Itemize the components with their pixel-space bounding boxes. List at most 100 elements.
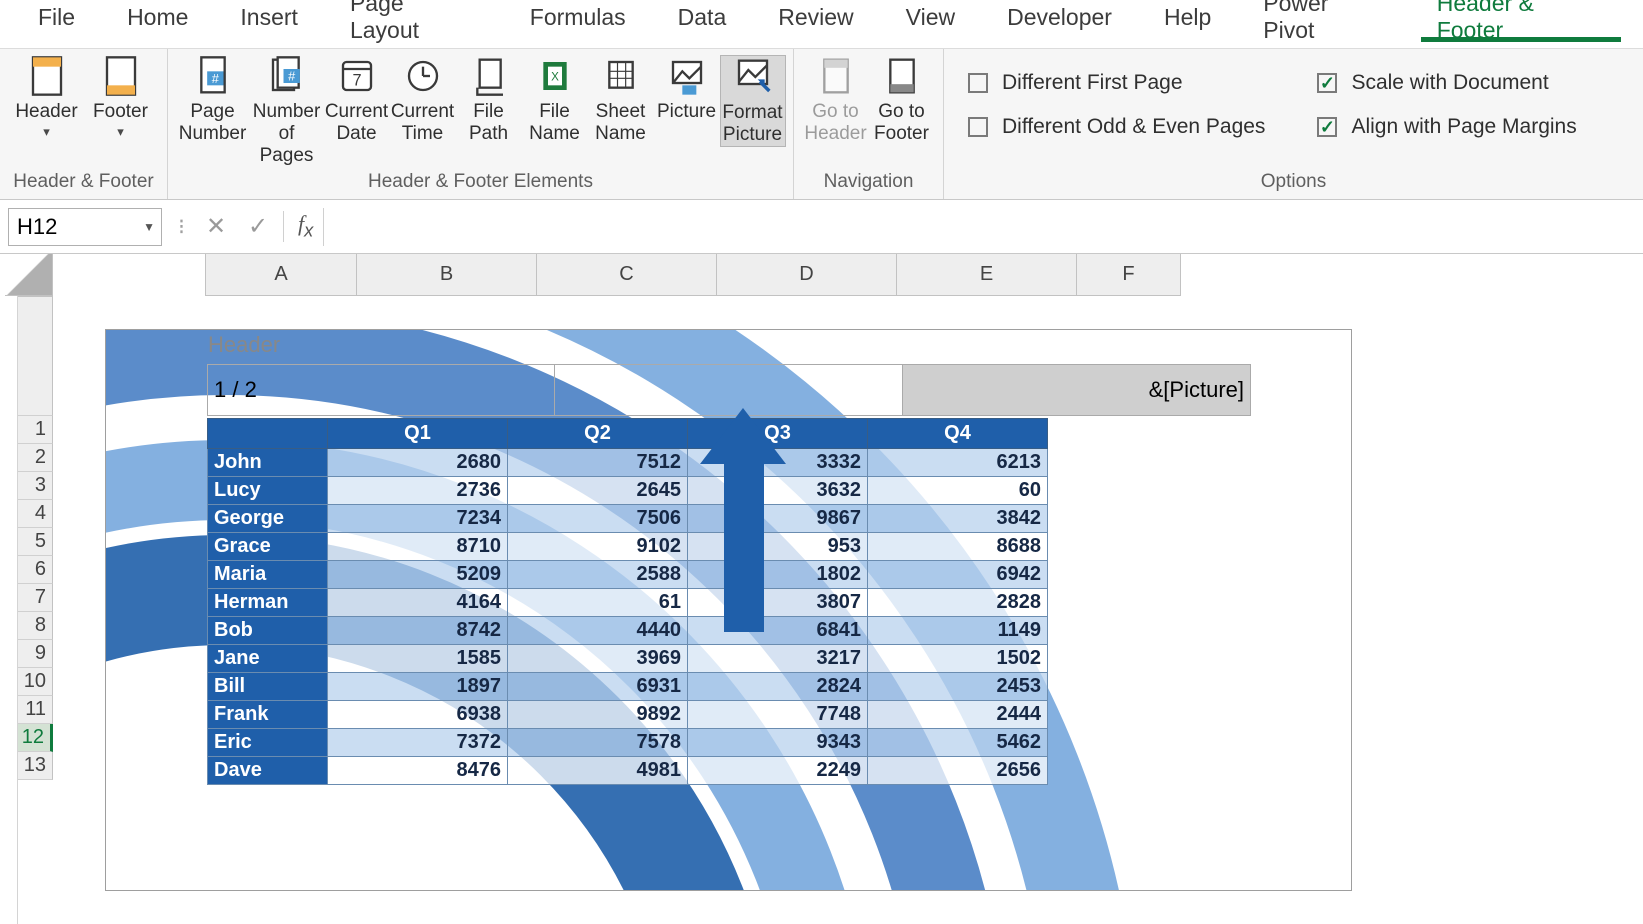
row-header-4[interactable]: 4 — [18, 500, 53, 528]
current-date-button[interactable]: 7 Current Date — [324, 55, 390, 145]
table-cell[interactable]: Dave — [208, 757, 328, 785]
table-cell[interactable]: 7578 — [508, 729, 688, 757]
row-header-11[interactable]: 11 — [18, 696, 53, 724]
row-header-12[interactable]: 12 — [18, 724, 53, 752]
chk-scale[interactable]: Scale with Document — [1317, 71, 1576, 95]
col-header-A[interactable]: A — [205, 254, 357, 296]
table-cell[interactable]: 7512 — [508, 449, 688, 477]
row-header-8[interactable]: 8 — [18, 612, 53, 640]
tab-help[interactable]: Help — [1138, 0, 1237, 40]
formula-input[interactable] — [323, 208, 1643, 246]
table-cell[interactable]: 3217 — [688, 645, 868, 673]
tab-view[interactable]: View — [880, 0, 981, 40]
table-cell[interactable]: 9102 — [508, 533, 688, 561]
table-cell[interactable]: 6938 — [328, 701, 508, 729]
col-header-C[interactable]: C — [537, 254, 717, 296]
chk-different-first[interactable]: Different First Page — [968, 71, 1265, 95]
chk-align[interactable]: Align with Page Margins — [1317, 115, 1576, 139]
tab-power-pivot[interactable]: Power Pivot — [1237, 0, 1410, 40]
row-header-10[interactable]: 10 — [18, 668, 53, 696]
row-header-1[interactable]: 1 — [18, 416, 53, 444]
table-cell[interactable]: 1502 — [868, 645, 1048, 673]
header-right[interactable]: &[Picture] — [903, 364, 1251, 416]
table-cell[interactable]: 1149 — [868, 617, 1048, 645]
name-box[interactable]: H12 ▼ — [8, 208, 162, 246]
header-left[interactable]: 1 / 2 — [207, 364, 555, 416]
picture-button[interactable]: Picture — [654, 55, 720, 123]
table-cell[interactable]: 3842 — [868, 505, 1048, 533]
table-cell[interactable]: 1897 — [328, 673, 508, 701]
table-cell[interactable]: 2645 — [508, 477, 688, 505]
row-header-13[interactable]: 13 — [18, 752, 53, 780]
cancel-icon[interactable]: ✕ — [195, 212, 237, 241]
tab-page-layout[interactable]: Page Layout — [324, 0, 504, 40]
table-cell[interactable]: 1585 — [328, 645, 508, 673]
table-cell[interactable]: 5462 — [868, 729, 1048, 757]
table-cell[interactable]: 2249 — [688, 757, 868, 785]
table-cell[interactable]: 2736 — [328, 477, 508, 505]
table-cell[interactable]: George — [208, 505, 328, 533]
table-cell[interactable]: 2444 — [868, 701, 1048, 729]
table-cell[interactable]: 60 — [868, 477, 1048, 505]
goto-footer-button[interactable]: Go to Footer — [869, 55, 935, 145]
table-cell[interactable]: Bill — [208, 673, 328, 701]
dropdown-icon[interactable]: ▼ — [143, 220, 155, 234]
table-cell[interactable]: 7234 — [328, 505, 508, 533]
table-cell[interactable]: 8710 — [328, 533, 508, 561]
table-cell[interactable]: Eric — [208, 729, 328, 757]
table-cell[interactable]: 2828 — [868, 589, 1048, 617]
table-cell[interactable]: 5209 — [328, 561, 508, 589]
table-cell[interactable]: 4440 — [508, 617, 688, 645]
fx-icon[interactable]: fx — [283, 211, 323, 241]
tab-developer[interactable]: Developer — [981, 0, 1138, 40]
col-header-B[interactable]: B — [357, 254, 537, 296]
tab-data[interactable]: Data — [652, 0, 753, 40]
current-time-button[interactable]: Current Time — [390, 55, 456, 145]
enter-icon[interactable]: ✓ — [237, 212, 279, 241]
table-cell[interactable]: 3969 — [508, 645, 688, 673]
tab-file[interactable]: File — [12, 0, 101, 40]
col-header-E[interactable]: E — [897, 254, 1077, 296]
number-of-pages-button[interactable]: # Number of Pages — [250, 55, 324, 167]
col-header-D[interactable]: D — [717, 254, 897, 296]
table-cell[interactable]: 2656 — [868, 757, 1048, 785]
table-cell[interactable]: 61 — [508, 589, 688, 617]
table-cell[interactable]: 7748 — [688, 701, 868, 729]
chk-different-odd-even[interactable]: Different Odd & Even Pages — [968, 115, 1265, 139]
table-cell[interactable]: Jane — [208, 645, 328, 673]
tab-header-footer[interactable]: Header & Footer — [1411, 0, 1631, 40]
table-cell[interactable]: 6942 — [868, 561, 1048, 589]
row-header-7[interactable]: 7 — [18, 584, 53, 612]
table-cell[interactable]: 2453 — [868, 673, 1048, 701]
sheet-name-button[interactable]: Sheet Name — [588, 55, 654, 145]
row-header-6[interactable]: 6 — [18, 556, 53, 584]
tab-formulas[interactable]: Formulas — [504, 0, 652, 40]
table-cell[interactable]: 4981 — [508, 757, 688, 785]
table-cell[interactable]: 2824 — [688, 673, 868, 701]
file-name-button[interactable]: X File Name — [522, 55, 588, 145]
table-cell[interactable]: Bob — [208, 617, 328, 645]
table-cell[interactable]: 7506 — [508, 505, 688, 533]
table-cell[interactable]: 7372 — [328, 729, 508, 757]
table-cell[interactable]: Grace — [208, 533, 328, 561]
file-path-button[interactable]: File Path — [456, 55, 522, 145]
table-cell[interactable]: 8476 — [328, 757, 508, 785]
table-cell[interactable]: 8742 — [328, 617, 508, 645]
tab-insert[interactable]: Insert — [214, 0, 324, 40]
row-header-3[interactable]: 3 — [18, 472, 53, 500]
table-cell[interactable]: 4164 — [328, 589, 508, 617]
table-cell[interactable]: 6213 — [868, 449, 1048, 477]
goto-header-button[interactable]: Go to Header — [803, 55, 869, 145]
table-cell[interactable]: 2680 — [328, 449, 508, 477]
table-cell[interactable]: 6931 — [508, 673, 688, 701]
tab-home[interactable]: Home — [101, 0, 214, 40]
row-header-2[interactable]: 2 — [18, 444, 53, 472]
table-cell[interactable]: Frank — [208, 701, 328, 729]
row-header-9[interactable]: 9 — [18, 640, 53, 668]
select-all-triangle[interactable] — [5, 254, 53, 296]
table-cell[interactable]: 8688 — [868, 533, 1048, 561]
format-picture-button[interactable]: Format Picture — [720, 55, 786, 147]
table-cell[interactable]: John — [208, 449, 328, 477]
tab-review[interactable]: Review — [752, 0, 879, 40]
table-cell[interactable]: Lucy — [208, 477, 328, 505]
